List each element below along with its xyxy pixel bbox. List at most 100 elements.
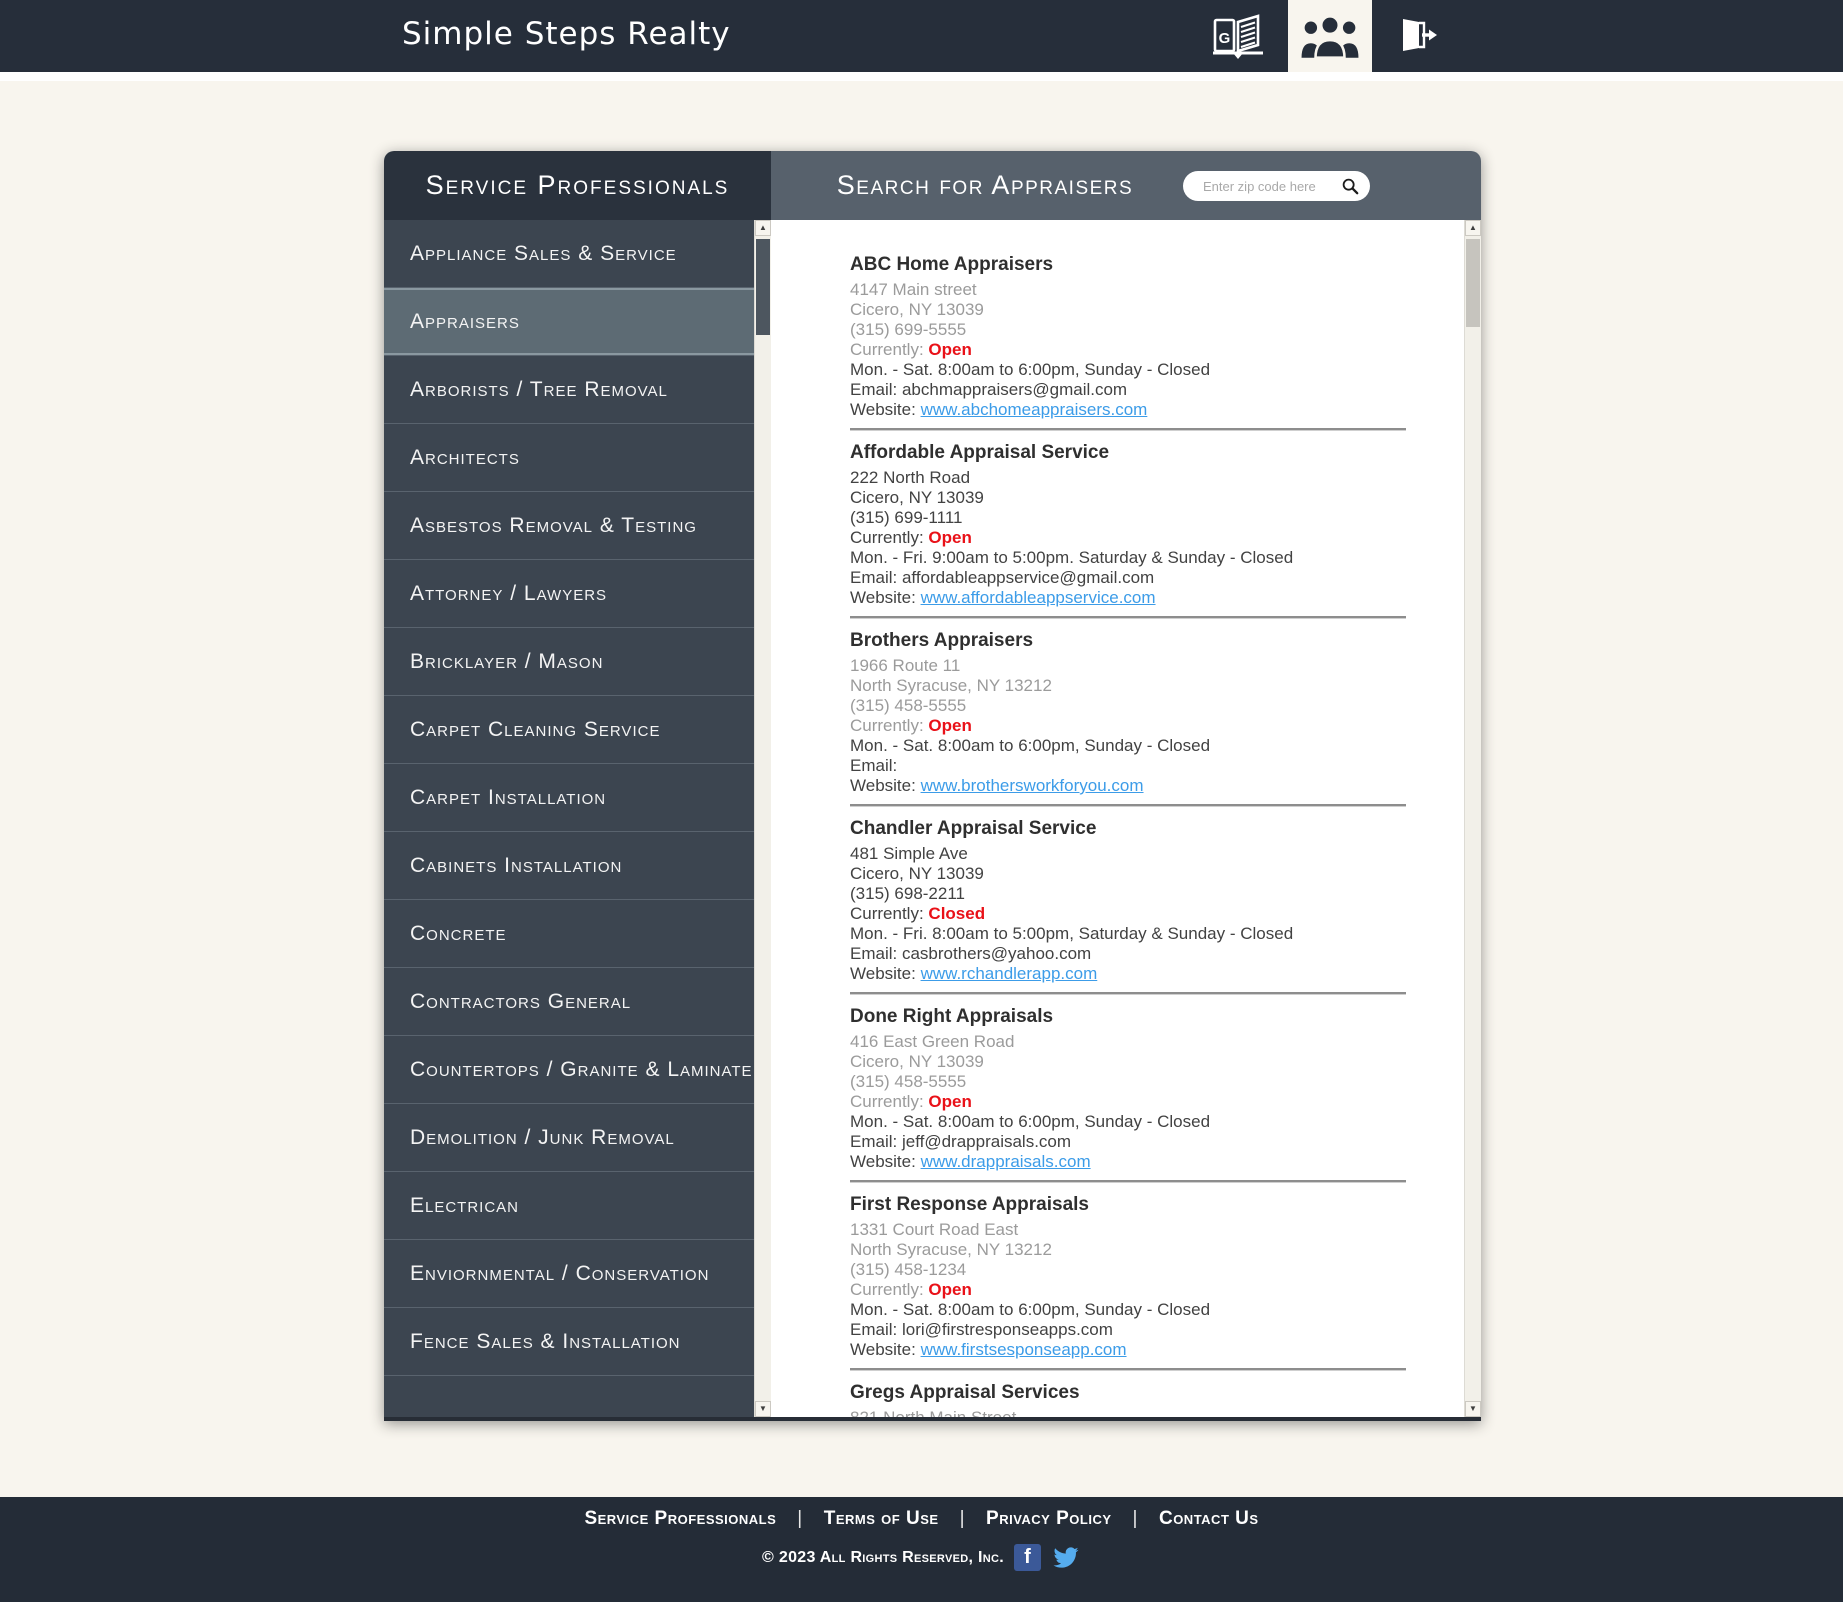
status-value: Open <box>928 716 971 735</box>
sidebar-item[interactable]: Architects <box>384 424 754 492</box>
listing-entry: Brothers Appraisers 1966 Route 11 North … <box>850 628 1406 807</box>
content-scroll-up-icon[interactable]: ▲ <box>1465 220 1481 236</box>
sidebar-item[interactable]: Arborists / Tree Removal <box>384 356 754 424</box>
sidebar-item[interactable]: Bricklayer / Mason <box>384 628 754 696</box>
sidebar-scroll-down-icon[interactable]: ▼ <box>755 1401 771 1417</box>
listing-phone: (315) 698-2211 <box>850 884 1406 904</box>
sidebar-item-label: Carpet Cleaning Service <box>410 718 660 742</box>
listing-hours: Mon. - Fri. 8:00am to 5:00pm, Saturday &… <box>850 924 1406 944</box>
sidebar-scrollbar-thumb[interactable] <box>756 239 770 335</box>
header-divider-strip <box>0 72 1843 81</box>
sidebar-item-label: Arborists / Tree Removal <box>410 378 668 402</box>
logout-door-icon[interactable] <box>1396 16 1438 56</box>
sidebar-item[interactable]: Appliance Sales & Service <box>384 220 754 288</box>
status-label: Currently: <box>850 716 928 735</box>
footer-link-contact-us[interactable]: Contact Us <box>1159 1508 1259 1529</box>
content-scroll-down-icon[interactable]: ▼ <box>1465 1401 1481 1417</box>
listing-website-row: Website: www.rchandlerapp.com <box>850 964 1406 984</box>
sidebar-item[interactable]: Concrete <box>384 900 754 968</box>
listing-email-row: Email: affordableappservice@gmail.com <box>850 568 1406 588</box>
listing-hours: Mon. - Sat. 8:00am to 6:00pm, Sunday - C… <box>850 360 1406 380</box>
sidebar-item-label: Fence Sales & Installation <box>410 1330 681 1354</box>
guide-book-icon[interactable]: G <box>1211 12 1265 60</box>
listings: ABC Home Appraisers 4147 Main street Cic… <box>771 220 1464 1417</box>
website-link[interactable]: www.abchomeappraisers.com <box>921 400 1148 419</box>
sidebar-item-label: Cabinets Installation <box>410 854 622 878</box>
sidebar-item[interactable]: Demolition / Junk Removal <box>384 1104 754 1172</box>
website-label: Website: <box>850 1340 921 1359</box>
sidebar-item-label: Carpet Installation <box>410 786 606 810</box>
footer-link-privacy-policy[interactable]: Privacy Policy <box>986 1508 1112 1529</box>
website-label: Website: <box>850 964 921 983</box>
footer-copyright-row: © 2023 All Rights Reserved, Inc. f <box>762 1544 1081 1571</box>
website-link[interactable]: www.rchandlerapp.com <box>921 964 1098 983</box>
listing-status-row: Currently: Open <box>850 1092 1406 1112</box>
email-label: Email: <box>850 568 902 587</box>
content-scrollbar-thumb[interactable] <box>1466 239 1480 327</box>
main-panel: Service Professionals Appliance Sales & … <box>384 151 1481 1421</box>
listing-separator <box>850 616 1406 619</box>
sidebar-scrollbar[interactable]: ▲ ▼ <box>754 220 771 1417</box>
twitter-icon[interactable] <box>1051 1545 1081 1570</box>
sidebar-item[interactable]: Fence Sales & Installation <box>384 1308 754 1376</box>
sidebar-item-label: Architects <box>410 446 520 470</box>
sidebar-item[interactable]: Enviornmental / Conservation <box>384 1240 754 1308</box>
listing-hours: Mon. - Sat. 8:00am to 6:00pm, Sunday - C… <box>850 1112 1406 1132</box>
footer-link-service-professionals[interactable]: Service Professionals <box>584 1508 776 1529</box>
listing-website-row: Website: www.affordableappservice.com <box>850 588 1406 608</box>
website-link[interactable]: www.firstsesponseapp.com <box>921 1340 1127 1359</box>
sidebar-header: Service Professionals <box>384 151 771 220</box>
email-label: Email: <box>850 1132 902 1151</box>
website-label: Website: <box>850 588 921 607</box>
sidebar-item-label: Enviornmental / Conservation <box>410 1262 709 1286</box>
members-group-icon[interactable] <box>1288 0 1372 72</box>
email-label: Email: <box>850 380 902 399</box>
content-scrollbar[interactable]: ▲ ▼ <box>1464 220 1481 1417</box>
listing-address2: North Syracuse, NY 13212 <box>850 676 1406 696</box>
email-label: Email: <box>850 944 902 963</box>
footer: Service Professionals|Terms of Use|Priva… <box>0 1497 1843 1602</box>
sidebar-item[interactable]: Electrican <box>384 1172 754 1240</box>
sidebar-item[interactable]: Asbestos Removal & Testing <box>384 492 754 560</box>
listing-address1: 481 Simple Ave <box>850 844 1406 864</box>
listing-hours: Mon. - Sat. 8:00am to 6:00pm, Sunday - C… <box>850 1300 1406 1320</box>
listing-address1: 416 East Green Road <box>850 1032 1406 1052</box>
listing-phone: (315) 458-1234 <box>850 1260 1406 1280</box>
sidebar-title: Service Professionals <box>426 170 730 201</box>
email-label: Email: <box>850 1320 902 1339</box>
listing-entry: ABC Home Appraisers 4147 Main street Cic… <box>850 252 1406 431</box>
guide-monogram: G <box>1219 30 1231 47</box>
footer-link-terms-of-use[interactable]: Terms of Use <box>824 1508 939 1529</box>
listing-entry: Chandler Appraisal Service 481 Simple Av… <box>850 816 1406 995</box>
email-value: affordableappservice@gmail.com <box>902 568 1154 587</box>
website-link[interactable]: www.drappraisals.com <box>921 1152 1091 1171</box>
sidebar-item[interactable]: Countertops / Granite & Laminate <box>384 1036 754 1104</box>
sidebar-item[interactable]: Appraisers <box>384 288 754 356</box>
listing-email-row: Email: casbrothers@yahoo.com <box>850 944 1406 964</box>
listing-phone: (315) 458-5555 <box>850 696 1406 716</box>
website-link[interactable]: www.brothersworkforyou.com <box>921 776 1144 795</box>
website-label: Website: <box>850 1152 921 1171</box>
website-label: Website: <box>850 400 921 419</box>
listing-separator <box>850 1180 1406 1183</box>
sidebar-item[interactable]: Cabinets Installation <box>384 832 754 900</box>
zip-search-input[interactable] <box>1201 178 1341 195</box>
sidebar-item[interactable]: Attorney / Lawyers <box>384 560 754 628</box>
magnifier-icon[interactable] <box>1341 177 1359 195</box>
facebook-icon[interactable]: f <box>1014 1544 1041 1571</box>
listing-name: First Response Appraisals <box>850 1192 1406 1218</box>
sidebar-item-label: Appraisers <box>410 310 520 334</box>
sidebar-item[interactable]: Contractors General <box>384 968 754 1036</box>
listing-website-row: Website: www.brothersworkforyou.com <box>850 776 1406 796</box>
sidebar-item[interactable]: Carpet Installation <box>384 764 754 832</box>
listing-name: ABC Home Appraisers <box>850 252 1406 278</box>
status-value: Open <box>928 528 971 547</box>
listing-address2: Cicero, NY 13039 <box>850 864 1406 884</box>
footer-separator: | <box>1133 1508 1138 1529</box>
zip-search-box <box>1183 171 1370 201</box>
sidebar-item[interactable]: Carpet Cleaning Service <box>384 696 754 764</box>
website-link[interactable]: www.affordableappservice.com <box>921 588 1156 607</box>
sidebar-items: Appliance Sales & Service Appraisers Arb… <box>384 220 754 1417</box>
facebook-glyph: f <box>1024 1546 1031 1569</box>
sidebar-scroll-up-icon[interactable]: ▲ <box>755 220 771 236</box>
